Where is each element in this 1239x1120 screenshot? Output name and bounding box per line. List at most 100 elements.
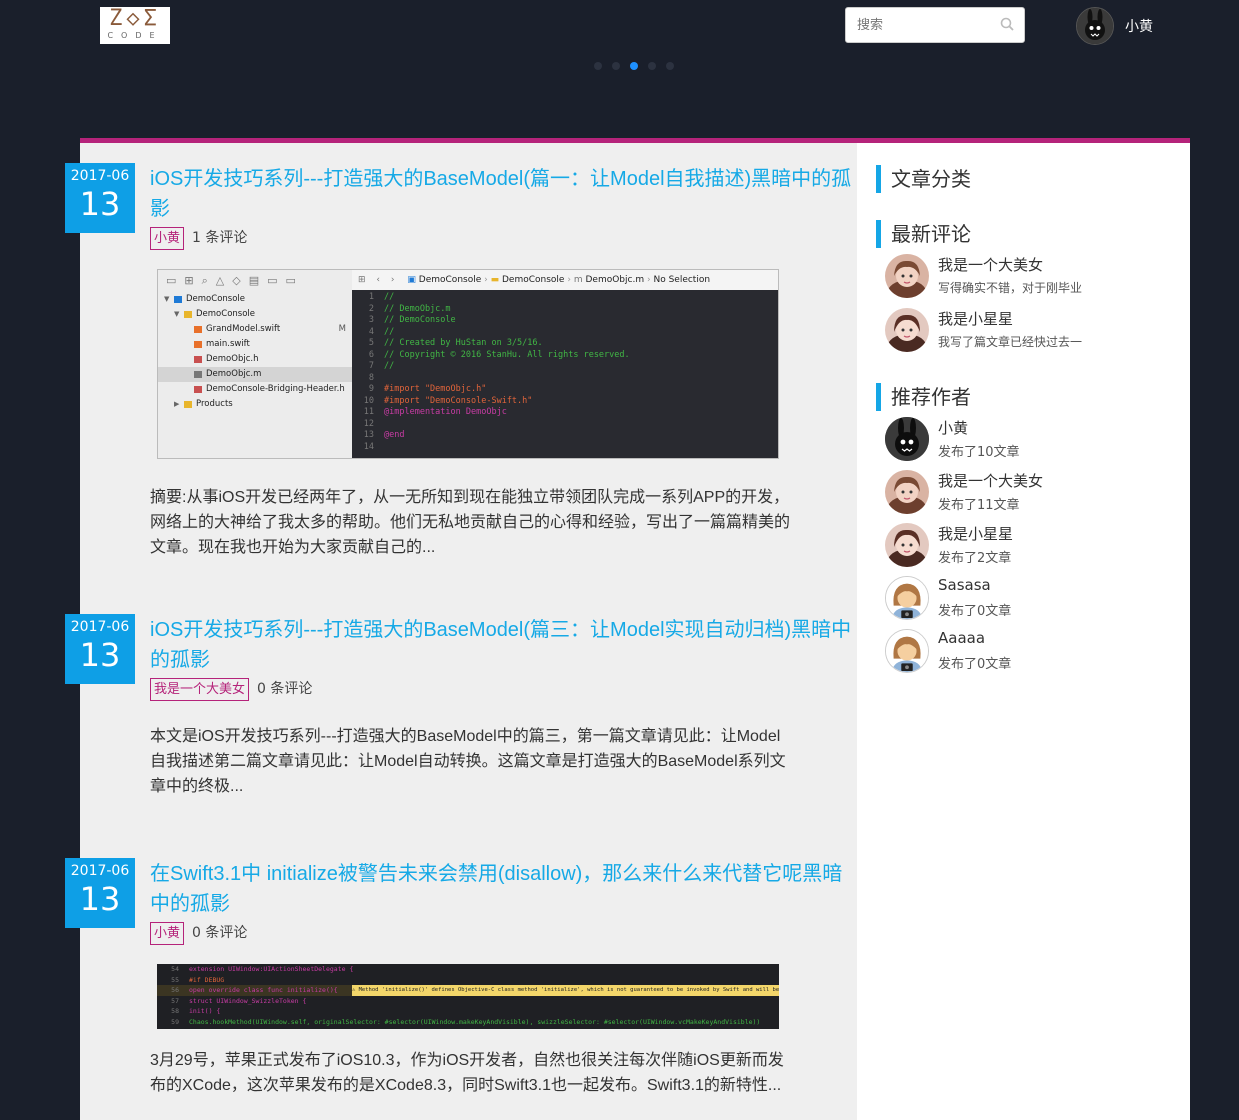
forward-icon[interactable]: › [391, 275, 395, 285]
code-lines: 54 extension UIWindow:UIActionSheetDelega… [157, 964, 779, 1027]
comment-text[interactable]: 写得确实不错，对于刚毕业 [938, 279, 1082, 296]
jump-bar-file[interactable]: DemoObjc.m [585, 275, 644, 285]
author-name[interactable]: 我是一个大美女 [938, 470, 1043, 491]
post-title-link[interactable]: 在Swift3.1中 initialize被警告未来会禁用(disallow)，… [150, 859, 855, 919]
file-tree-label: DemoConsole [186, 294, 245, 304]
post-thumbnail[interactable]: ▭⊞⌕△◇▤▭▭ ▼ DemoConsole ▼ DemoConsole GrandMo… [157, 269, 779, 459]
commenter-avatar[interactable] [885, 254, 929, 298]
author-item[interactable]: 我是小星星 发布了2文章 [885, 523, 1185, 569]
file-tree-item[interactable]: DemoConsole-Bridging-Header.h [158, 382, 352, 397]
grid-icon[interactable]: ⊞ [358, 275, 366, 285]
code-line: 3 // DemoConsole [352, 315, 778, 327]
file-tree-label: GrandModel.swift [206, 324, 281, 334]
code-text: init() { [189, 1007, 221, 1015]
post-author-tag[interactable]: 小黄 [150, 227, 185, 250]
site-logo[interactable]: Z◇Σ CODE [100, 7, 170, 44]
comment-item[interactable]: 我是一个大美女 写得确实不错，对于刚毕业 [885, 254, 1185, 300]
code-text: Chaos.hookMethod(UIWindow.self, original… [189, 1017, 761, 1026]
post-comment-count[interactable]: 0 条评论 [257, 681, 312, 697]
search-input[interactable] [855, 16, 999, 33]
author-name[interactable]: 小黄 [938, 417, 968, 438]
code-text: // [384, 326, 395, 337]
post-author-tag[interactable]: 小黄 [150, 922, 185, 945]
author-item[interactable]: 我是一个大美女 发布了11文章 [885, 470, 1185, 516]
code-text: extension UIWindow:UIActionSheetDelegate… [189, 965, 354, 973]
carousel-dot[interactable] [594, 62, 602, 70]
carousel-dot[interactable] [612, 62, 620, 70]
search-box [845, 7, 1025, 43]
jump-bar-selection[interactable]: No Selection [653, 275, 710, 285]
code-editor[interactable]: 1 // 2 // DemoObjc.m 3 // DemoConsole 4 // 5 // C… [352, 290, 778, 458]
commenter-name[interactable]: 我是小星星 [938, 308, 1013, 329]
code-line: 8 [352, 373, 778, 385]
post-year-month: 2017-06 [70, 863, 130, 879]
author-avatar[interactable] [885, 576, 929, 620]
post-comment-count[interactable]: 0 条评论 [192, 925, 247, 941]
file-tree-item[interactable]: ▶ Products [158, 397, 352, 412]
file-tree-item[interactable]: ▼ DemoConsole [158, 307, 352, 322]
disclosure-arrow-icon[interactable]: ▶ [174, 397, 179, 412]
author-avatar[interactable] [885, 629, 929, 673]
file-tree-label: DemoConsole-Bridging-Header.h [206, 384, 345, 394]
author-item[interactable]: Aaaaa 发布了0文章 [885, 629, 1185, 675]
file-tree-item[interactable]: GrandModel.swift M [158, 322, 352, 337]
comment-text[interactable]: 我写了篇文章已经快过去一 [938, 333, 1082, 350]
line-number: 58 [171, 1007, 179, 1015]
file-tree-item[interactable]: main.swift [158, 337, 352, 352]
file-tree-label: DemoConsole [196, 309, 255, 319]
search-icon[interactable] [1000, 17, 1014, 35]
comment-item[interactable]: 我是小星星 我写了篇文章已经快过去一 [885, 308, 1185, 354]
sidebar: 文章分类 最新评论 我是一个大美女 写得确实不错，对于刚毕业 我是小星星 我写了… [857, 143, 1190, 1120]
top-bar: Z◇Σ CODE 小黄 [0, 0, 1239, 138]
code-text: open override class func initialize(){ [189, 986, 338, 994]
post-title-link[interactable]: iOS开发技巧系列---打造强大的BaseModel(篇一：让Model自我描述… [150, 164, 855, 224]
post-meta: 小黄 0 条评论 [150, 922, 247, 945]
cartoon-user-icon [886, 577, 928, 619]
warning-message[interactable]: ⚠ Method 'initialize()' defines Objectiv… [352, 985, 779, 996]
jump-bar-project[interactable]: DemoConsole [419, 275, 481, 285]
line-number: 6 [368, 349, 374, 360]
file-tree-label: main.swift [206, 339, 250, 349]
post-date-badge: 2017-06 13 [65, 858, 135, 928]
post-author-tag[interactable]: 我是一个大美女 [150, 678, 250, 701]
author-post-count: 发布了11文章 [938, 498, 1020, 513]
author-item[interactable]: 小黄 发布了10文章 [885, 417, 1185, 463]
file-tree-item[interactable]: DemoObjc.m [158, 367, 352, 382]
commenter-avatar[interactable] [885, 308, 929, 352]
jump-bar-group[interactable]: DemoConsole [502, 275, 564, 285]
author-avatar[interactable] [885, 470, 929, 514]
jump-bar: ⊞ ‹ › ▣ DemoConsole › ▬ DemoConsole › m … [352, 270, 778, 291]
post-comment-count[interactable]: 1 条评论 [192, 230, 247, 246]
user-name[interactable]: 小黄 [1125, 16, 1153, 36]
author-name[interactable]: Sasasa [938, 576, 991, 594]
author-name[interactable]: Aaaaa [938, 629, 985, 647]
carousel-dot[interactable] [666, 62, 674, 70]
author-name[interactable]: 我是小星星 [938, 523, 1013, 544]
author-avatar[interactable] [885, 523, 929, 567]
commenter-name[interactable]: 我是一个大美女 [938, 254, 1043, 275]
post-title-link[interactable]: iOS开发技巧系列---打造强大的BaseModel(篇三：让Model实现自动… [150, 615, 855, 675]
file-tree-item[interactable]: ▼ DemoConsole [158, 292, 352, 307]
code-text: // Created by HuStan on 3/5/16. [384, 338, 543, 348]
author-item[interactable]: Sasasa 发布了0文章 [885, 576, 1185, 622]
carousel-dot[interactable] [648, 62, 656, 70]
back-icon[interactable]: ‹ [376, 275, 380, 285]
disclosure-arrow-icon[interactable]: ▼ [174, 307, 179, 322]
code-line: 2 // DemoObjc.m [352, 304, 778, 316]
code-line: 9 #import "DemoObjc.h" [352, 384, 778, 396]
user-avatar[interactable] [1076, 7, 1114, 45]
post-year-month: 2017-06 [70, 168, 130, 184]
post-excerpt: 本文是iOS开发技巧系列---打造强大的BaseModel中的篇三，第一篇文章请… [150, 728, 786, 795]
author-avatar[interactable] [885, 417, 929, 461]
carousel-dot-active[interactable] [630, 62, 638, 70]
girl-photo-icon [885, 470, 929, 514]
carousel-indicators [594, 62, 674, 70]
code-line: 12 [352, 419, 778, 431]
code-lines: 1 // 2 // DemoObjc.m 3 // DemoConsole 4 // 5 // C… [352, 292, 778, 453]
line-number: 3 [368, 315, 374, 325]
line-number: 10 [363, 395, 374, 406]
post-thumbnail[interactable]: 54 extension UIWindow:UIActionSheetDelega… [157, 964, 779, 1029]
code-text: @implementation DemoObjc [384, 407, 507, 417]
disclosure-arrow-icon[interactable]: ▼ [164, 292, 169, 307]
file-tree-item[interactable]: DemoObjc.h [158, 352, 352, 367]
